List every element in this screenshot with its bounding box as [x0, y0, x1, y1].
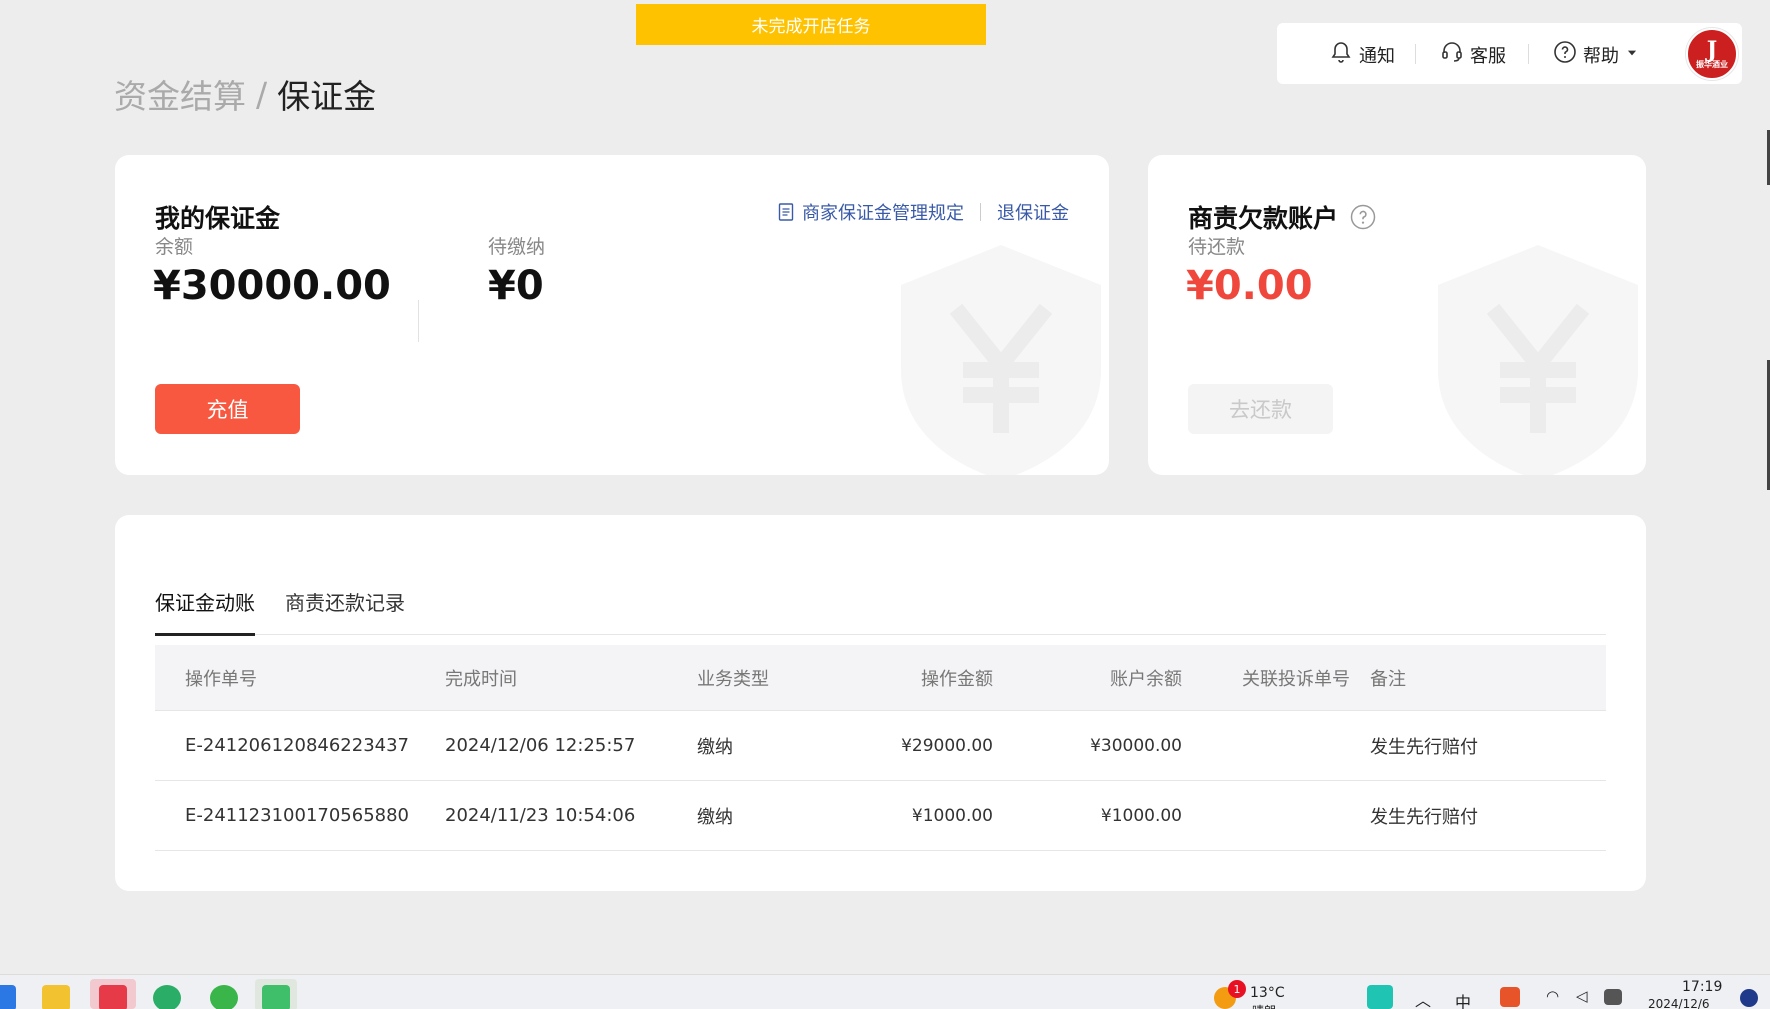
debt-title-text: 商责欠款账户 [1188, 204, 1339, 233]
cell-finish-time: 2024/12/06 12:25:57 [445, 735, 636, 756]
debt-title: 商责欠款账户 [1188, 199, 1376, 235]
help-button[interactable]: 帮助 [1553, 40, 1639, 69]
cell-balance: ¥1000.00 [1100, 805, 1182, 826]
wechat-icon[interactable] [153, 985, 181, 1009]
tab-repayment-records[interactable]: 商责还款记录 [285, 570, 405, 635]
links-divider [980, 203, 981, 221]
chevron-up-icon[interactable]: ︿ [1415, 987, 1431, 1009]
help-circle-icon [1553, 40, 1577, 69]
deposit-links: 商家保证金管理规定 退保证金 [778, 199, 1069, 225]
toolbar-divider [1528, 44, 1529, 64]
wifi-icon[interactable]: ◠ [1546, 987, 1559, 1005]
clock-date[interactable]: 2024/12/6 [1648, 997, 1710, 1009]
cell-balance: ¥30000.00 [1090, 735, 1182, 756]
deposit-title: 我的保证金 [155, 199, 280, 235]
tab-deposit-transactions[interactable]: 保证金动账 [155, 570, 255, 636]
deposit-card: 我的保证金 商家保证金管理规定 退保证金 余额 ¥30000.00 待缴纳 ¥0… [115, 155, 1109, 475]
k-app-icon[interactable] [1367, 985, 1393, 1009]
shield-yen-watermark-icon [901, 245, 1101, 475]
pending-label: 待缴纳 [488, 236, 546, 258]
balance-value: ¥30000.00 [153, 263, 391, 309]
app-icon[interactable] [0, 985, 16, 1009]
bell-icon [1329, 40, 1353, 69]
top-toolbar: 通知 客服 帮助 J 振华酒业 [1277, 23, 1742, 84]
sogou-icon[interactable] [1500, 987, 1520, 1007]
cell-amount: ¥1000.00 [911, 805, 993, 826]
weather-badge: 1 [1228, 980, 1246, 998]
clock-time[interactable]: 17:19 [1682, 979, 1722, 995]
cell-business-type: 缴纳 [697, 736, 733, 758]
metric-divider [418, 300, 419, 342]
avatar-logo-letter: J [1706, 36, 1718, 63]
cell-remark: 发生先行赔付 [1370, 736, 1478, 758]
table-row: E-241123100170565880 2024/11/23 10:54:06… [155, 781, 1606, 851]
shopping-app-icon[interactable] [99, 985, 127, 1009]
breadcrumb: 资金结算 / 保证金 [114, 70, 376, 118]
col-amount: 操作金额 [921, 668, 993, 690]
table-header: 操作单号 完成时间 业务类型 操作金额 账户余额 关联投诉单号 备注 [155, 645, 1606, 711]
notification-bell-icon[interactable] [1740, 989, 1758, 1007]
store-task-banner[interactable]: 未完成开店任务 [636, 4, 986, 45]
refund-deposit-link[interactable]: 退保证金 [997, 199, 1069, 225]
headset-icon [1440, 40, 1464, 69]
speaker-icon[interactable]: ◁ [1576, 987, 1588, 1005]
deposit-rules-link[interactable]: 商家保证金管理规定 [778, 199, 964, 225]
service-label: 客服 [1470, 45, 1506, 67]
deposit-rules-label: 商家保证金管理规定 [802, 203, 964, 224]
help-label: 帮助 [1583, 45, 1619, 67]
table-row: E-241206120846223437 2024/12/06 12:25:57… [155, 711, 1606, 781]
cell-order-no: E-241123100170565880 [185, 805, 410, 826]
os-taskbar: 13°C 晴朗 ︿ 中 ◠ ◁ 17:19 2024/12/6 [0, 974, 1770, 1009]
balance-label: 余额 [155, 236, 194, 258]
caret-down-icon [1625, 44, 1639, 65]
col-finish-time: 完成时间 [445, 668, 517, 690]
col-complaint-no: 关联投诉单号 [1242, 668, 1350, 690]
avatar[interactable]: J 振华酒业 [1686, 28, 1738, 80]
question-circle-icon[interactable] [1350, 204, 1376, 230]
avatar-logo-text: 振华酒业 [1696, 59, 1728, 69]
notify-button[interactable]: 通知 [1329, 40, 1395, 69]
col-remark: 备注 [1370, 668, 1406, 690]
battery-icon[interactable] [1604, 989, 1622, 1005]
pending-value: ¥0 [488, 263, 544, 309]
folder-icon[interactable] [42, 985, 70, 1009]
cell-remark: 发生先行赔付 [1370, 806, 1478, 828]
document-icon [778, 203, 794, 221]
records-card: 保证金动账 商责还款记录 操作单号 完成时间 业务类型 操作金额 账户余额 关联… [115, 515, 1646, 891]
customer-service-button[interactable]: 客服 [1440, 40, 1506, 69]
recharge-button[interactable]: 充值 [155, 384, 300, 434]
banner-text: 未完成开店任务 [751, 17, 871, 37]
editor-icon[interactable] [262, 985, 290, 1009]
toolbar-divider [1415, 44, 1416, 64]
page-title: 保证金 [277, 77, 377, 116]
breadcrumb-separator: / [256, 74, 268, 114]
due-label: 待还款 [1188, 236, 1246, 258]
col-business-type: 业务类型 [697, 668, 769, 690]
cell-order-no: E-241206120846223437 [185, 735, 410, 756]
ime-indicator[interactable]: 中 [1455, 989, 1471, 1009]
col-balance: 账户余额 [1110, 668, 1182, 690]
records-tabs: 保证金动账 商责还款记录 [155, 570, 1606, 636]
repay-button[interactable]: 去还款 [1188, 384, 1333, 434]
notify-label: 通知 [1359, 45, 1395, 67]
transactions-table: 操作单号 完成时间 业务类型 操作金额 账户余额 关联投诉单号 备注 E-241… [155, 645, 1606, 851]
deposit-title-text: 我的保证金 [155, 204, 281, 233]
shield-yen-watermark-icon [1438, 245, 1638, 475]
cell-finish-time: 2024/11/23 10:54:06 [445, 805, 636, 826]
weather-temp: 13°C [1250, 985, 1285, 1001]
breadcrumb-parent[interactable]: 资金结算 [114, 70, 246, 118]
cell-business-type: 缴纳 [697, 806, 733, 828]
browser-icon[interactable] [210, 985, 238, 1009]
debt-account-card: 商责欠款账户 待还款 ¥0.00 去还款 [1148, 155, 1646, 475]
cell-amount: ¥29000.00 [901, 735, 993, 756]
weather-desc: 晴朗 [1252, 1002, 1276, 1009]
col-order-no: 操作单号 [185, 668, 257, 690]
due-value: ¥0.00 [1186, 263, 1313, 309]
